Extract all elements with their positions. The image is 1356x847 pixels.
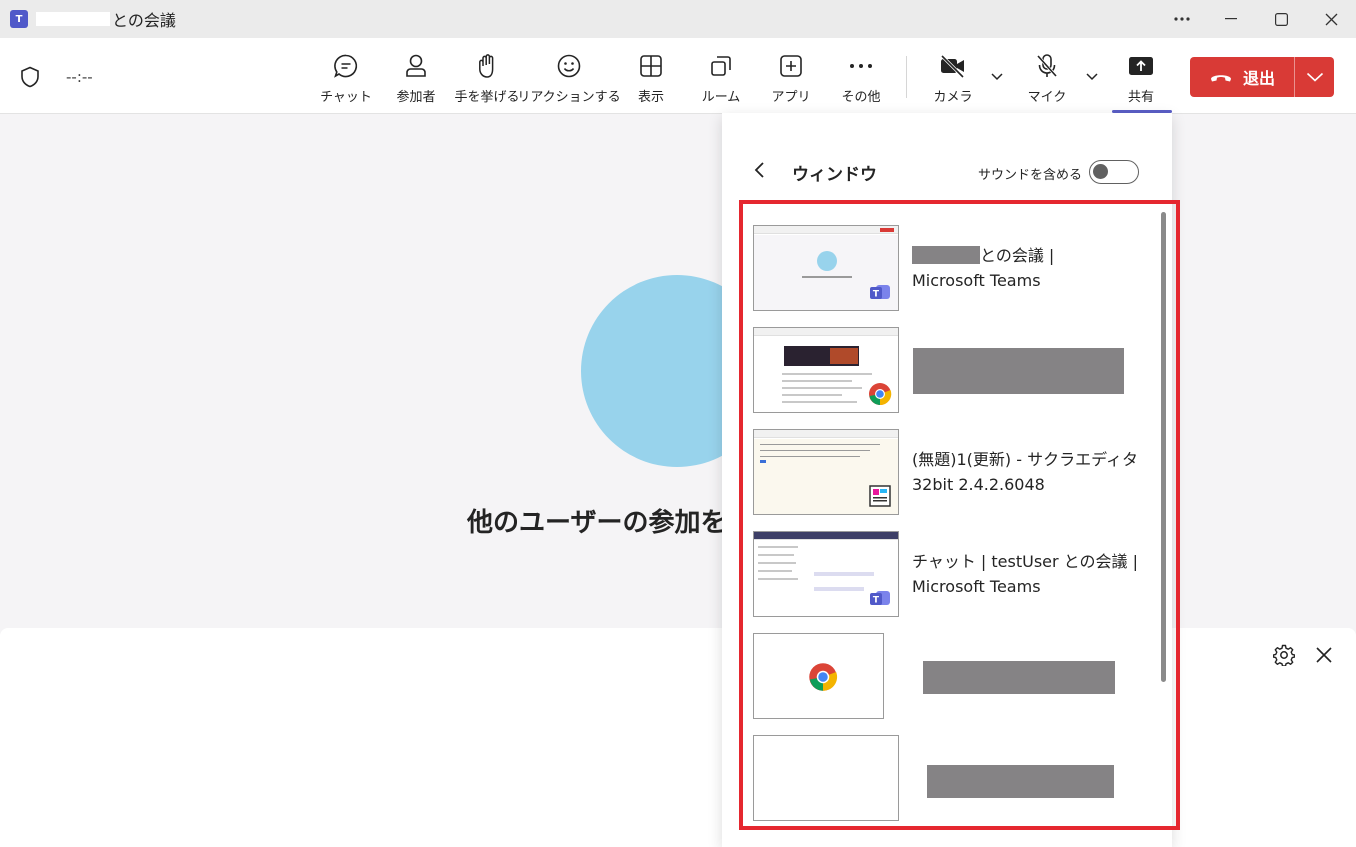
window-title: との会議 (112, 11, 176, 30)
camera-off-icon (939, 52, 967, 80)
grid-icon (637, 52, 665, 80)
chrome-icon (809, 663, 838, 691)
chevron-down-icon (1306, 72, 1323, 82)
svg-text:T: T (873, 596, 880, 606)
chrome-icon (869, 383, 892, 406)
people-icon (402, 52, 430, 80)
toolbar-divider (906, 56, 907, 98)
title-redaction (913, 348, 1124, 394)
reactions-label: リアクションする (517, 90, 621, 105)
title-bar: T との会議 (0, 0, 1356, 38)
more-icon[interactable] (1158, 0, 1206, 38)
title-redaction (36, 12, 110, 26)
chat-icon (332, 52, 360, 80)
mic-label: マイク (1027, 90, 1067, 105)
window-item-sakura-editor[interactable]: (無題)1(更新) - サクラエディタ 32bit 2.4.2.6048 (753, 429, 1153, 517)
shield-icon[interactable] (20, 66, 40, 88)
more-label: その他 (841, 90, 881, 105)
close-icon[interactable] (1315, 646, 1333, 664)
minimize-icon[interactable] (1206, 0, 1256, 38)
title-redaction (923, 661, 1115, 694)
rooms-icon (707, 52, 735, 80)
svg-text:T: T (873, 290, 880, 300)
raise-hand-button[interactable]: 手を挙げる (454, 38, 520, 114)
teams-icon: T (870, 591, 890, 606)
window-thumbnail (753, 327, 899, 413)
rooms-button[interactable]: ルーム (701, 38, 741, 114)
toggle-knob (1093, 164, 1108, 179)
share-window-panel: ウィンドウ サウンドを含める T との会議 |Microsoft Teams (722, 113, 1180, 847)
leave-button-group: 退出 (1190, 57, 1334, 97)
mic-button[interactable]: マイク (1027, 38, 1067, 114)
include-sound-label: サウンドを含める (978, 168, 1083, 183)
sakura-editor-icon (869, 485, 891, 507)
share-icon (1127, 52, 1155, 80)
window-title: との会議 | Microsoft Teams (912, 246, 1055, 290)
leave-button[interactable]: 退出 (1190, 57, 1294, 97)
window-thumbnail: T (753, 225, 899, 311)
apps-button[interactable]: アプリ (771, 38, 811, 114)
window-thumbnail: T (753, 531, 899, 617)
more-icon (847, 52, 875, 80)
apps-label: アプリ (771, 90, 811, 105)
share-button[interactable]: 共有 (1126, 38, 1156, 114)
mic-off-icon (1033, 52, 1061, 80)
window-list-scrollbar[interactable] (1161, 212, 1166, 682)
camera-button[interactable]: カメラ (933, 38, 973, 114)
back-arrow-icon[interactable] (752, 161, 768, 179)
window-title: チャット | testUser との会議 | Microsoft Teams (912, 552, 1139, 596)
smiley-icon (555, 52, 583, 80)
window-thumbnail (753, 633, 884, 719)
window-item-teams-meeting[interactable]: T との会議 | Microsoft Teams (753, 225, 1153, 313)
window-list: T との会議 | Microsoft Teams (無題)1(更新) - サクラ… (739, 200, 1180, 830)
leave-options-button[interactable] (1295, 57, 1334, 97)
people-button[interactable]: 参加者 (395, 38, 437, 114)
gear-icon[interactable] (1273, 644, 1295, 666)
mic-options-chevron-icon[interactable] (1084, 68, 1100, 84)
raise-hand-label: 手を挙げる (454, 90, 520, 105)
meeting-timer: --:-- (66, 68, 93, 86)
share-label: 共有 (1127, 90, 1154, 105)
window-item-chrome-1[interactable] (753, 327, 1153, 415)
window-item-chrome-2[interactable] (753, 633, 1153, 721)
chat-label: チャット (320, 90, 372, 105)
window-item-unknown[interactable] (753, 735, 1153, 823)
hang-up-icon (1210, 75, 1231, 82)
chat-button[interactable]: チャット (320, 38, 372, 114)
rooms-label: ルーム (701, 90, 741, 105)
view-label: 表示 (637, 90, 664, 105)
panel-title: ウィンドウ (792, 165, 877, 185)
teams-icon: T (10, 10, 28, 28)
reactions-button[interactable]: リアクションする (517, 38, 621, 114)
window-thumbnail (753, 735, 899, 821)
camera-options-chevron-icon[interactable] (989, 68, 1005, 84)
window-title: (無題)1(更新) - サクラエディタ 32bit 2.4.2.6048 (912, 450, 1138, 494)
camera-label: カメラ (933, 90, 973, 105)
view-button[interactable]: 表示 (636, 38, 666, 114)
close-icon[interactable] (1306, 0, 1356, 38)
leave-label: 退出 (1242, 69, 1275, 88)
window-thumbnail (753, 429, 899, 515)
people-label: 参加者 (396, 90, 436, 105)
meeting-toolbar: --:-- チャット 参加者 手を挙げる リアクションする 表示 ルーム アプリ… (0, 38, 1356, 114)
teams-icon: T (870, 285, 890, 300)
title-redaction (927, 765, 1114, 798)
maximize-icon[interactable] (1256, 0, 1306, 38)
waiting-message: 他のユーザーの参加を (467, 508, 727, 538)
more-button[interactable]: その他 (841, 38, 881, 114)
add-app-icon (777, 52, 805, 80)
include-sound-toggle[interactable] (1089, 160, 1139, 184)
raise-hand-icon (473, 52, 501, 80)
window-item-teams-chat[interactable]: T チャット | testUser との会議 | Microsoft Teams (753, 531, 1153, 619)
